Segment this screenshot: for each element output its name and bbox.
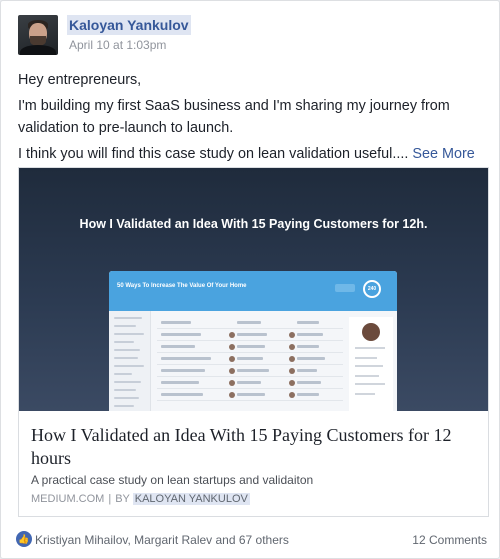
post-paragraph-intro: I'm building my first SaaS business and … — [18, 98, 450, 136]
link-preview-card[interactable]: How I Validated an Idea With 15 Paying C… — [18, 167, 489, 517]
post-timestamp[interactable]: April 10 at 1:03pm — [69, 38, 166, 52]
author-name-link[interactable]: Kaloyan Yankulov — [67, 15, 191, 35]
link-preview-image[interactable]: How I Validated an Idea With 15 Paying C… — [19, 168, 488, 411]
reactions-summary-link[interactable]: Kristiyan Mihailov, Margarit Ralev and 6… — [35, 533, 289, 547]
mock-header-title: 50 Ways To Increase The Value Of Your Ho… — [117, 283, 247, 289]
source-separator: | — [108, 493, 112, 505]
comments-count-link[interactable]: 12 Comments — [412, 533, 487, 547]
by-label: BY — [115, 493, 130, 505]
post-paragraph-greeting: Hey entrepreneurs, — [18, 72, 142, 88]
link-author-link[interactable]: KALOYAN YANKULOV — [132, 493, 250, 505]
post-body: Hey entrepreneurs, I'm building my first… — [18, 69, 477, 169]
link-meta[interactable]: How I Validated an Idea With 15 Paying C… — [19, 411, 488, 516]
avatar[interactable] — [18, 15, 58, 55]
thumbs-up-icon: 👍 — [16, 531, 32, 547]
link-domain: MEDIUM.COM — [31, 493, 105, 505]
link-source: MEDIUM.COM | BY KALOYAN YANKULOV — [31, 493, 250, 505]
post-paragraph-teaser: I think you will find this case study on… — [18, 146, 475, 162]
app-screenshot-mock: 50 Ways To Increase The Value Of Your Ho… — [109, 271, 397, 411]
post-card: Kaloyan Yankulov April 10 at 1:03pm Hey … — [0, 0, 500, 559]
see-more-link[interactable]: See More — [412, 146, 474, 162]
post-header: Kaloyan Yankulov April 10 at 1:03pm — [18, 15, 487, 57]
link-title[interactable]: How I Validated an Idea With 15 Paying C… — [31, 424, 474, 470]
mock-score-badge: 240 — [363, 280, 381, 298]
preview-image-title: How I Validated an Idea With 15 Paying C… — [79, 217, 428, 231]
link-description: A practical case study on lean startups … — [31, 473, 314, 487]
post-footer: 👍 Kristiyan Mihailov, Margarit Ralev and… — [13, 528, 487, 550]
